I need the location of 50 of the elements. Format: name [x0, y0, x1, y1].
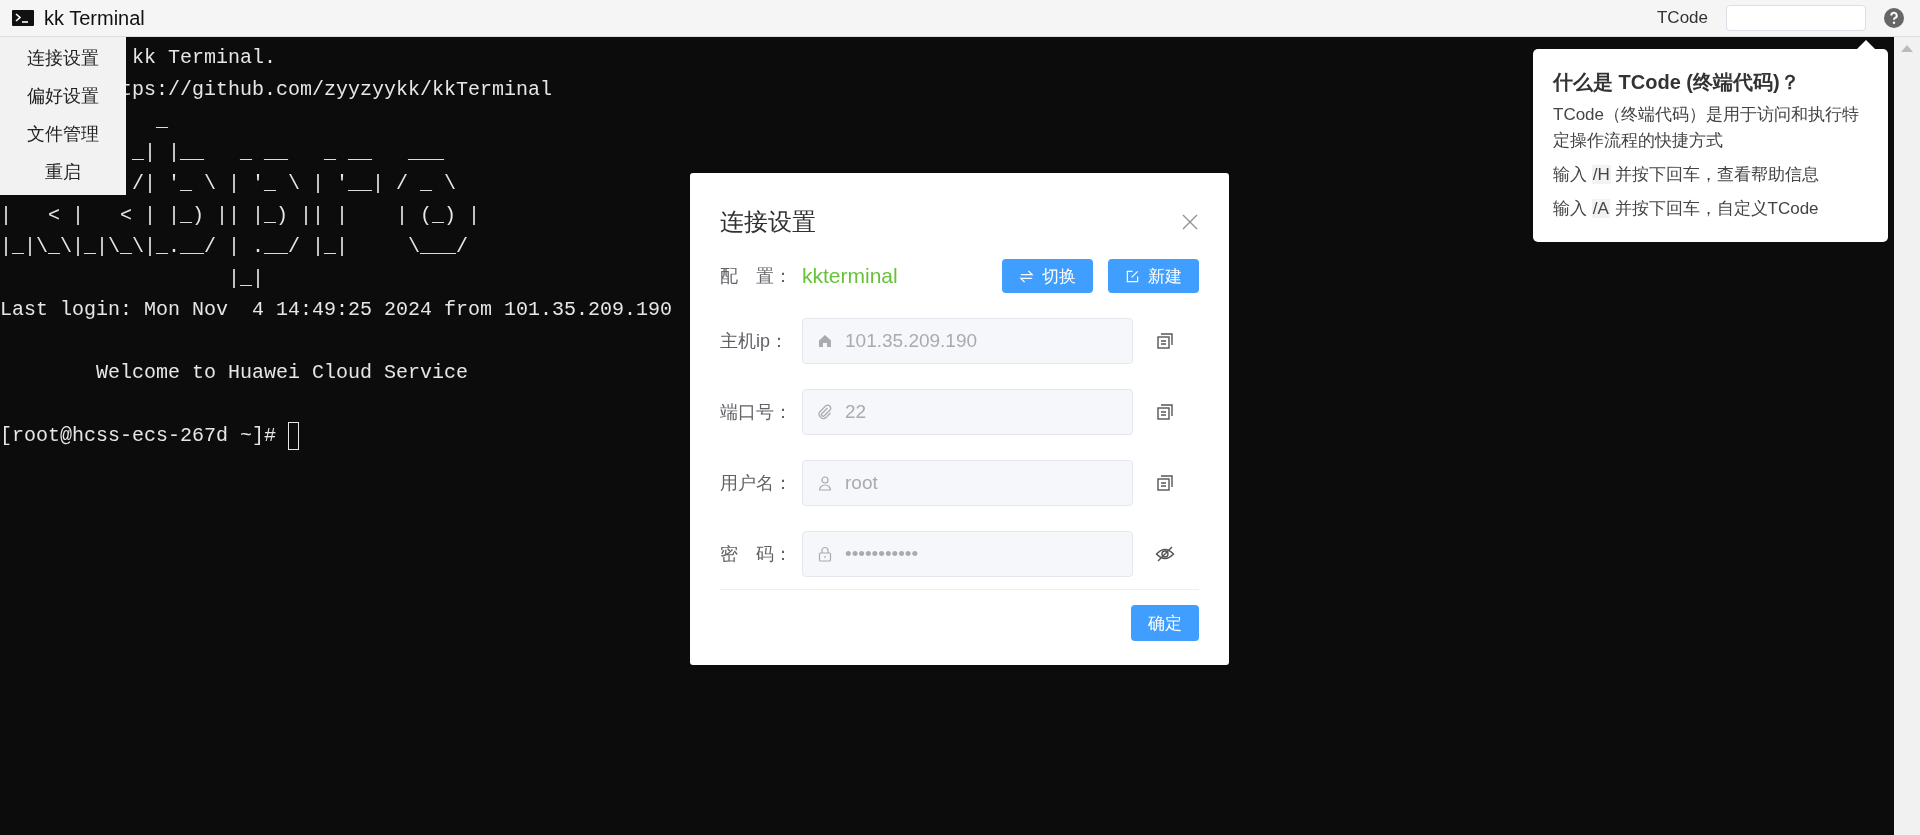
terminal-text: _: [156, 108, 168, 134]
edit-icon: [1125, 268, 1140, 284]
swap-icon: [1019, 268, 1034, 284]
input-field[interactable]: root: [802, 460, 1133, 506]
terminal-prompt: [root@hcss-ecs-267d ~]#: [0, 423, 278, 449]
home-icon: [817, 333, 833, 349]
field-label: 用户名：: [720, 472, 793, 495]
input-field[interactable]: •••••••••••: [802, 531, 1133, 577]
popover-text: 输入 /H 并按下回车，查看帮助信息: [1553, 164, 1821, 186]
field-label: 端口号：: [720, 401, 793, 424]
user-icon: [817, 475, 833, 491]
lock-icon: [817, 546, 833, 562]
menu-item[interactable]: 连接设置: [0, 39, 126, 77]
help-icon[interactable]: [1884, 8, 1904, 28]
config-label: 配 置：: [720, 265, 793, 288]
menu-item[interactable]: 偏好设置: [0, 77, 126, 115]
scrollbar[interactable]: [1894, 37, 1920, 835]
terminal-text: Last login: Mon Nov 4 14:49:25 2024 from 101.35.209.190: [0, 297, 673, 323]
terminal-text: Welcome to Huawei Cloud Service: [96, 360, 469, 386]
popover-text: TCode（终端代码）是用于访问和执行特定操作流程的快捷方式: [1553, 104, 1861, 152]
menu-item[interactable]: 文件管理: [0, 115, 126, 153]
terminal-text: _| |__ _ __ _ __ ___: [132, 139, 445, 166]
copy-icon[interactable]: [1155, 402, 1175, 422]
paperclip-icon: [817, 404, 833, 420]
terminal-text: |_|\_\|_|\_\|_.__/ | .__/ |_| \___/: [0, 234, 469, 260]
menu-item[interactable]: 重启: [0, 153, 126, 191]
close-icon[interactable]: [1181, 213, 1199, 231]
terminal-text: | < | < | |_) || |_) || | | (_) |: [0, 202, 481, 229]
popover-title: 什么是 TCode (终端代码)？: [1553, 70, 1801, 95]
switch-button[interactable]: 切换: [1002, 259, 1093, 293]
tcode-input[interactable]: [1726, 5, 1866, 31]
popover-text: 输入 /A 并按下回车，自定义TCode: [1553, 198, 1820, 220]
field-label: 密 码：: [720, 543, 793, 566]
input-field[interactable]: 22: [802, 389, 1133, 435]
tcode-label: TCode: [1656, 8, 1708, 28]
input-field[interactable]: 101.35.209.190: [802, 318, 1133, 364]
eye-slash-icon[interactable]: [1155, 544, 1175, 564]
terminal-text: /| '_ \ | '_ \ | '__| / _ \: [132, 171, 457, 197]
copy-icon[interactable]: [1155, 473, 1175, 493]
terminal-text: kk Terminal.: [132, 45, 277, 71]
window-title: kk Terminal: [44, 6, 145, 30]
field-label: 主机ip：: [720, 330, 789, 353]
dialog-title: 连接设置: [720, 207, 816, 237]
terminal-text: |_|: [228, 265, 264, 292]
config-name: kkterminal: [802, 264, 899, 288]
copy-icon[interactable]: [1155, 331, 1175, 351]
cursor: [288, 421, 300, 450]
confirm-button[interactable]: 确定: [1131, 605, 1199, 641]
terminal-icon: [12, 10, 34, 26]
new-button[interactable]: 新建: [1108, 259, 1199, 293]
